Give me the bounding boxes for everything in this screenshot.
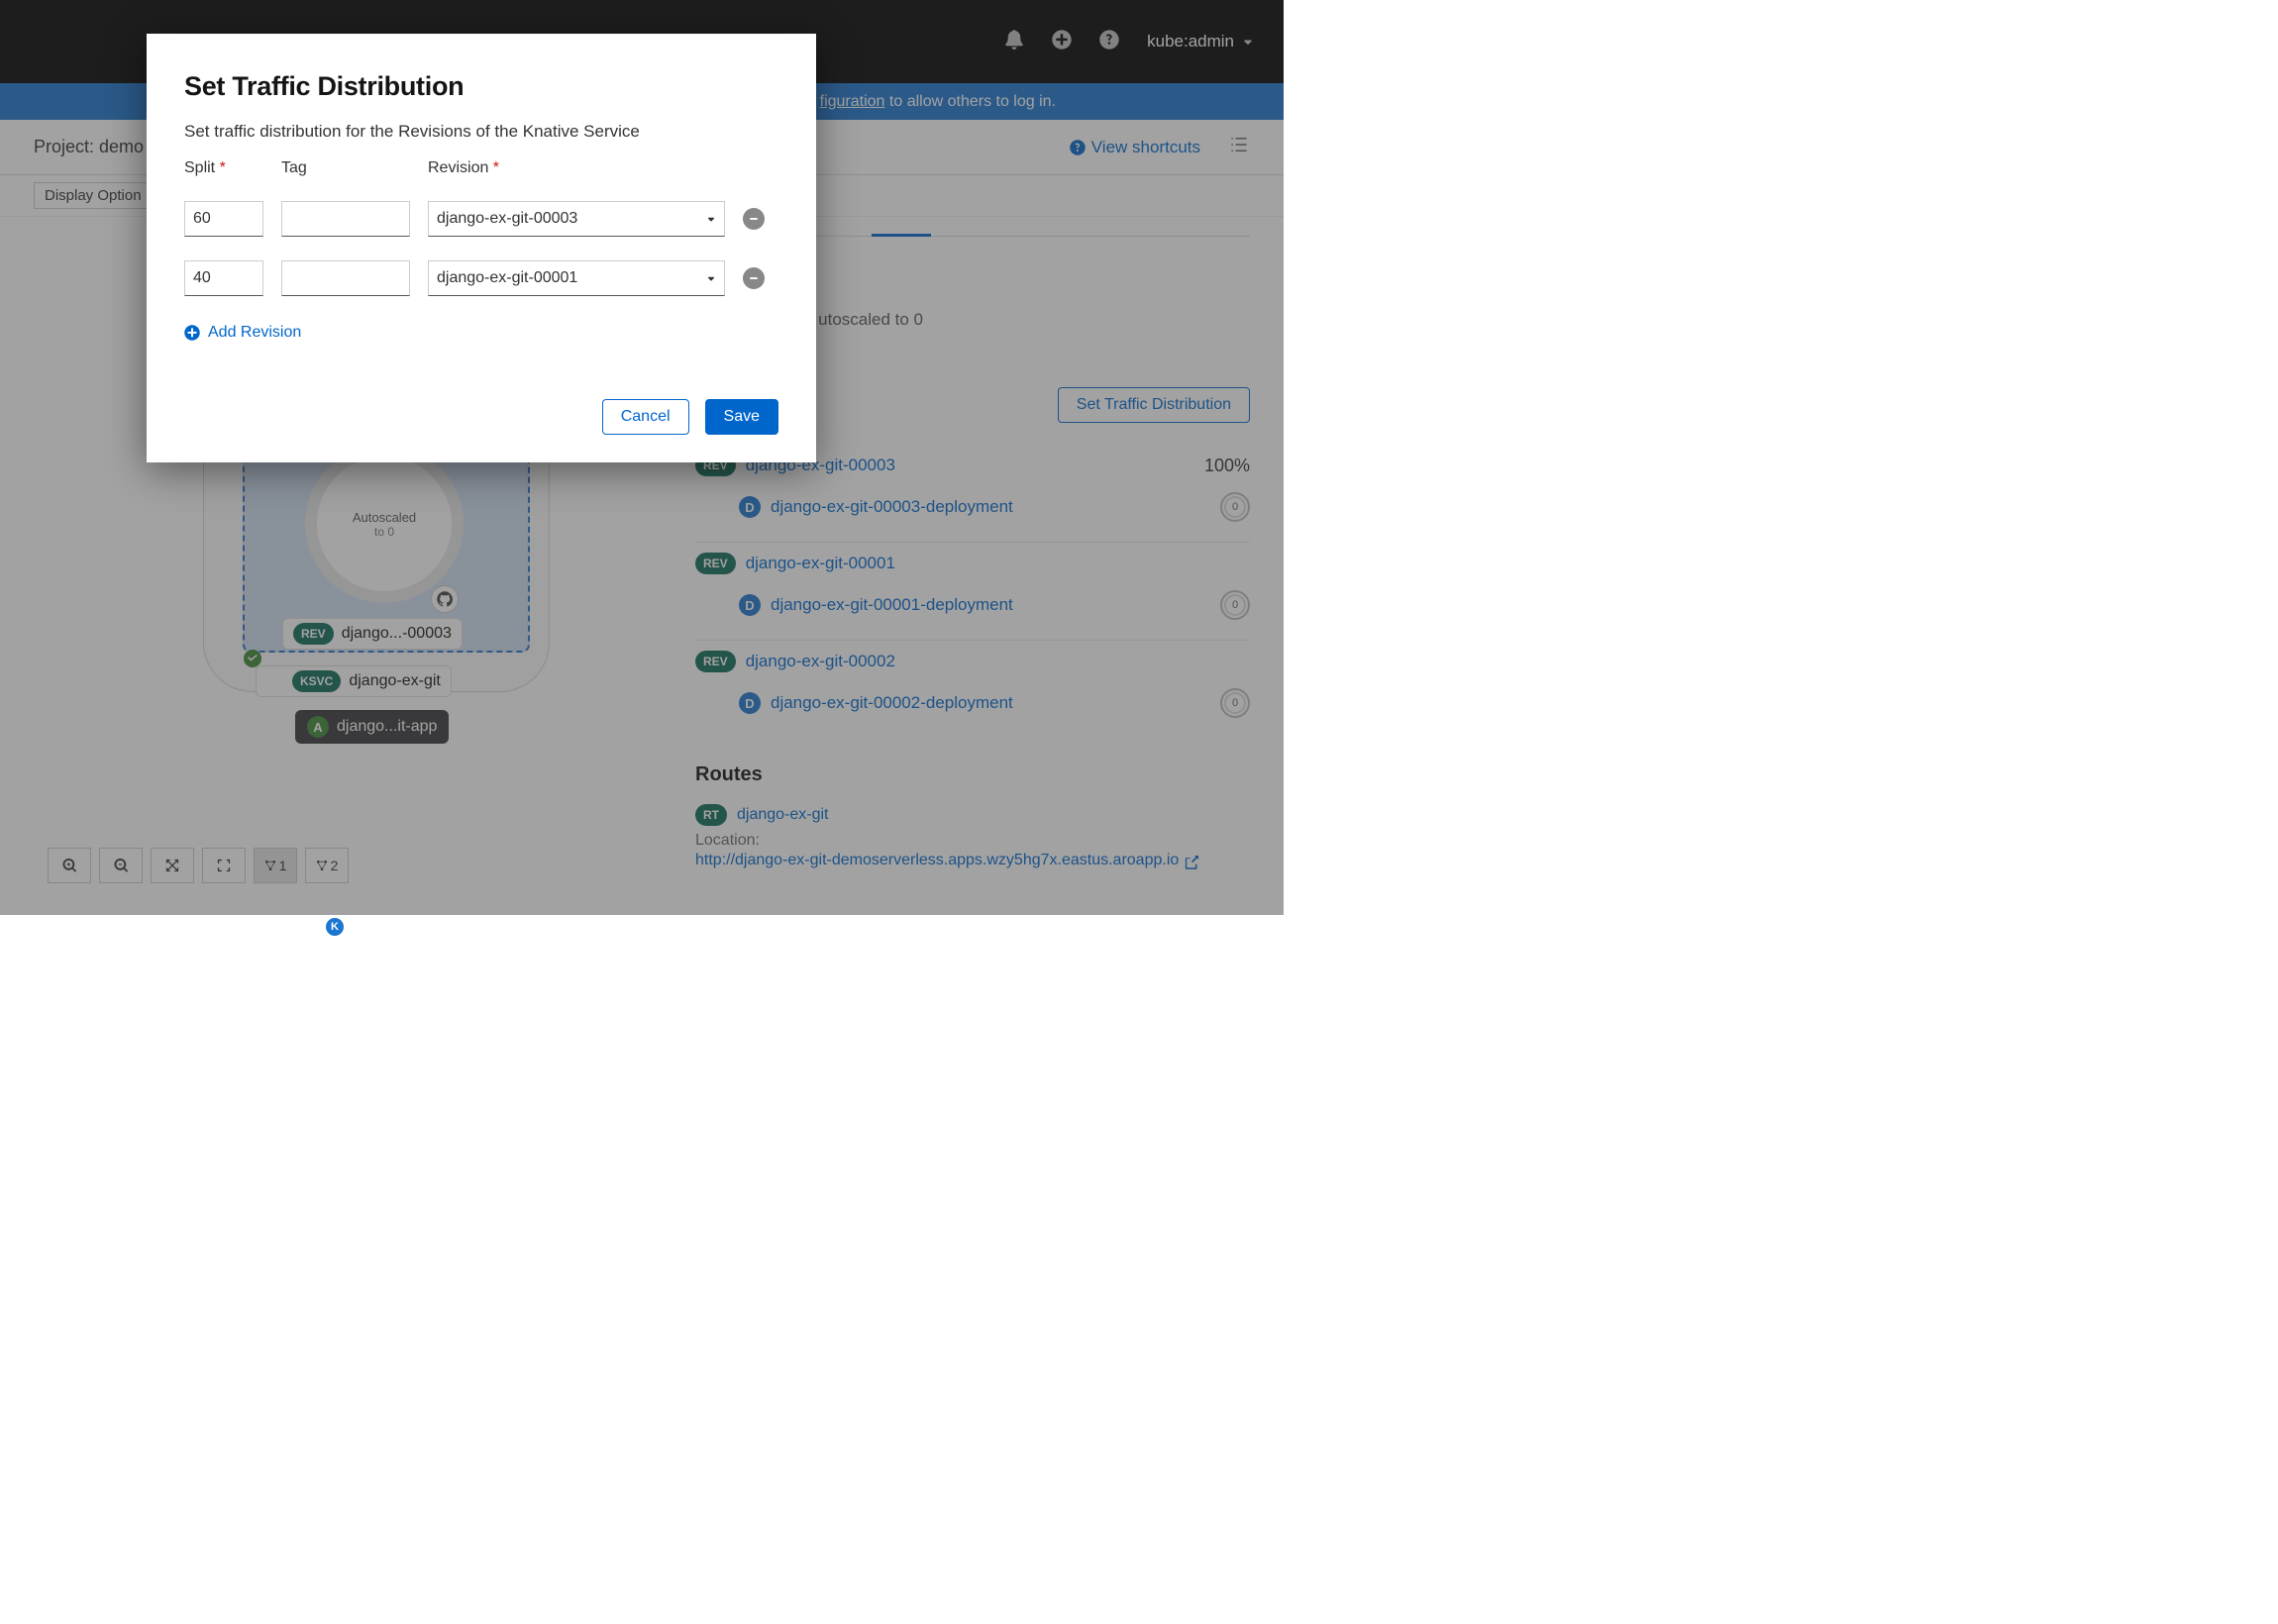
modal-description: Set traffic distribution for the Revisio…	[184, 122, 778, 142]
tag-input[interactable]	[281, 201, 410, 237]
revision-select[interactable]: django-ex-git-00003	[428, 201, 725, 237]
traffic-row: django-ex-git-00003	[184, 201, 778, 237]
split-input[interactable]	[184, 260, 263, 296]
tag-label: Tag	[281, 159, 410, 177]
knative-icon: K	[324, 916, 346, 938]
split-label: Split	[184, 159, 263, 177]
traffic-row: django-ex-git-00001	[184, 260, 778, 296]
revision-label: Revision	[428, 159, 725, 177]
caret-down-icon	[706, 214, 716, 224]
cancel-button[interactable]: Cancel	[602, 399, 689, 435]
add-revision-button[interactable]: Add Revision	[184, 324, 778, 342]
minus-icon	[749, 214, 759, 224]
remove-row-button[interactable]	[743, 267, 765, 289]
split-input[interactable]	[184, 201, 263, 237]
remove-row-button[interactable]	[743, 208, 765, 230]
plus-circle-icon	[184, 325, 200, 341]
caret-down-icon	[706, 273, 716, 283]
tag-input[interactable]	[281, 260, 410, 296]
modal-title: Set Traffic Distribution	[184, 71, 778, 102]
revision-select[interactable]: django-ex-git-00001	[428, 260, 725, 296]
modal-overlay[interactable]: Set Traffic Distribution Set traffic dis…	[0, 0, 1284, 915]
modal-column-headers: Split Tag Revision	[184, 159, 778, 177]
set-traffic-modal: Set Traffic Distribution Set traffic dis…	[147, 34, 816, 462]
save-button[interactable]: Save	[705, 399, 778, 435]
minus-icon	[749, 273, 759, 283]
